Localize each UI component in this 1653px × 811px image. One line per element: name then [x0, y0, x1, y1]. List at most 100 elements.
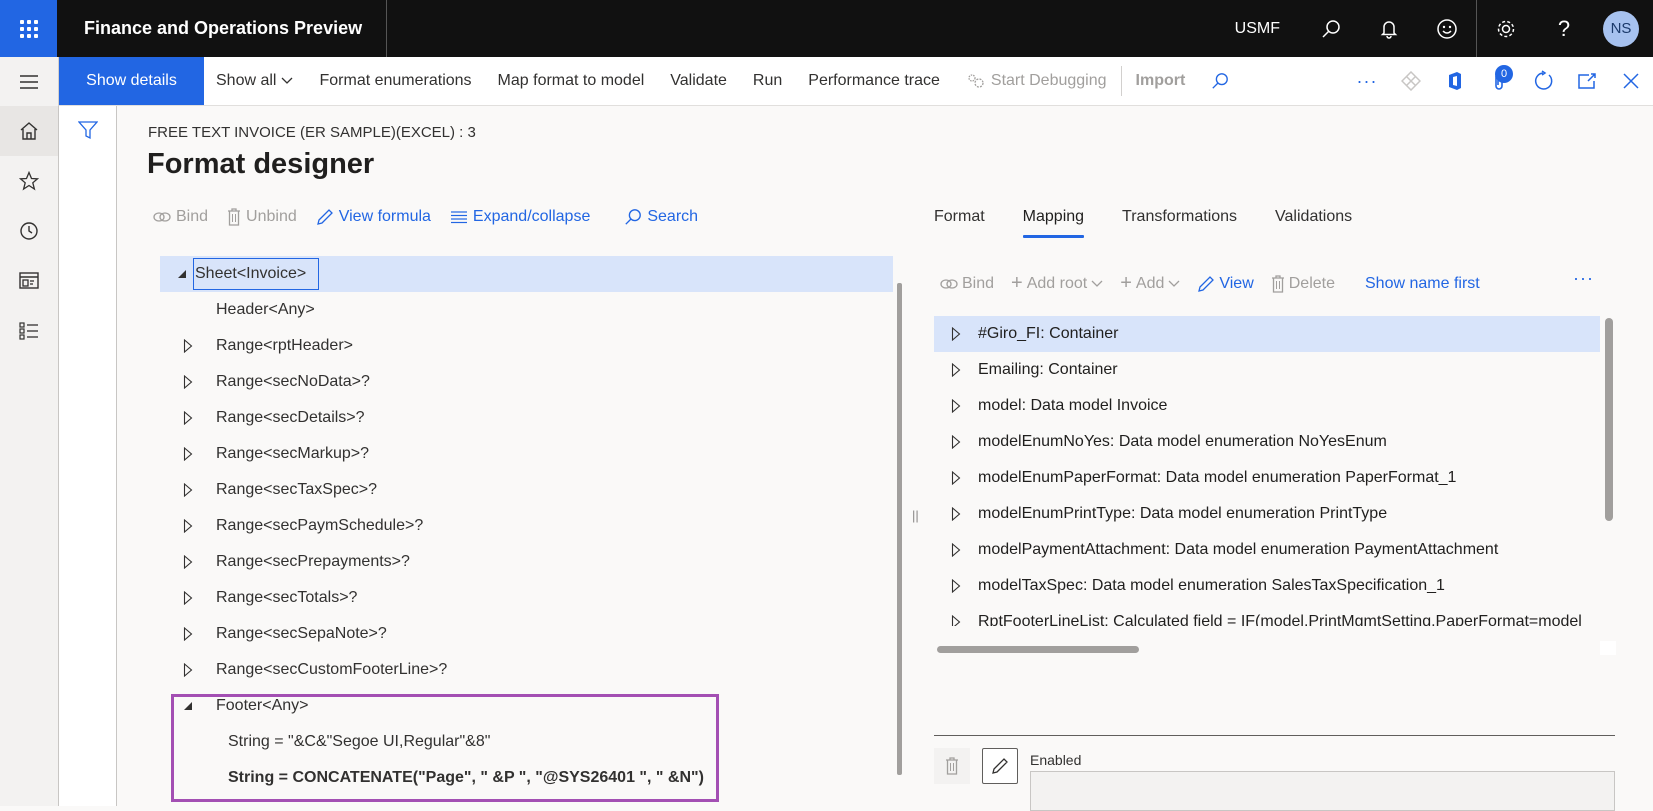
close-button[interactable]	[1609, 57, 1653, 105]
show-name-first-button[interactable]: Show name first	[1365, 275, 1480, 293]
filter-button[interactable]	[77, 120, 99, 145]
tree-node[interactable]: Range<secCustomFooterLine>?	[160, 652, 893, 688]
view-formula-button[interactable]: View formula	[316, 208, 431, 226]
mapping-node[interactable]: Emailing: Container	[934, 352, 1600, 388]
more-options-button[interactable]: ···	[1345, 57, 1389, 105]
notifications-button[interactable]	[1360, 0, 1418, 57]
mapping-node[interactable]: RptFooterLineList: Calculated field = IF…	[934, 604, 1600, 626]
collapsed-triangle-icon[interactable]	[180, 591, 196, 605]
bind-button[interactable]: Bind	[153, 208, 208, 226]
enabled-field[interactable]	[1030, 771, 1615, 811]
add-button[interactable]: + Add	[1120, 272, 1180, 295]
app-launcher-button[interactable]	[0, 0, 57, 57]
help-button[interactable]: ?	[1535, 0, 1593, 57]
tab-transformations[interactable]: Transformations	[1122, 208, 1237, 238]
mapping-node[interactable]: modelEnumPrintType: Data model enumerati…	[934, 496, 1600, 532]
nav-modules[interactable]	[0, 306, 58, 356]
mapping-vertical-scrollbar[interactable]	[1605, 318, 1613, 521]
collapsed-triangle-icon[interactable]	[948, 327, 964, 341]
tab-validations[interactable]: Validations	[1275, 208, 1352, 238]
collapsed-triangle-icon[interactable]	[948, 579, 964, 593]
tree-node[interactable]: Range<secSepaNote>?	[160, 616, 893, 652]
collapsed-triangle-icon[interactable]	[180, 519, 196, 533]
tab-format[interactable]: Format	[934, 208, 985, 238]
show-all-button[interactable]: Show all	[216, 72, 293, 90]
performance-trace-button[interactable]: Performance trace	[808, 72, 940, 90]
unbind-button[interactable]: Unbind	[227, 208, 297, 226]
attachments-button[interactable]: 0	[1477, 57, 1521, 105]
view-button[interactable]: View	[1197, 275, 1254, 293]
power-apps-button[interactable]	[1389, 57, 1433, 105]
collapsed-triangle-icon[interactable]	[180, 375, 196, 389]
tree-node[interactable]: Header<Any>	[160, 292, 893, 328]
collapsed-triangle-icon[interactable]	[180, 483, 196, 497]
expanded-triangle-icon[interactable]	[180, 701, 196, 711]
delete-button[interactable]: Delete	[1271, 275, 1335, 293]
tree-node[interactable]: Range<secTotals>?	[160, 580, 893, 616]
office-button[interactable]	[1433, 57, 1477, 105]
details-edit-button[interactable]	[982, 748, 1018, 784]
mapping-node[interactable]: modelTaxSpec: Data model enumeration Sal…	[934, 568, 1600, 604]
mapping-node[interactable]: modelEnumNoYes: Data model enumeration N…	[934, 424, 1600, 460]
format-tree-scrollbar[interactable]	[897, 283, 902, 775]
map-format-to-model-button[interactable]: Map format to model	[498, 72, 645, 90]
run-button[interactable]: Run	[753, 72, 782, 90]
nav-workspaces[interactable]	[0, 256, 58, 306]
refresh-button[interactable]	[1521, 57, 1565, 105]
action-search-button[interactable]	[1211, 72, 1229, 90]
tree-node[interactable]: String = CONCATENATE("Page", " &P ", "@S…	[160, 760, 893, 796]
details-delete-button[interactable]	[934, 748, 970, 784]
collapsed-triangle-icon[interactable]	[948, 399, 964, 413]
mapping-more-button[interactable]: ···	[1573, 268, 1594, 289]
collapsed-triangle-icon[interactable]	[180, 447, 196, 461]
collapsed-triangle-icon[interactable]	[948, 471, 964, 485]
settings-button[interactable]	[1477, 0, 1535, 57]
collapsed-triangle-icon[interactable]	[948, 363, 964, 377]
nav-toggle-button[interactable]	[0, 57, 59, 106]
collapsed-triangle-icon[interactable]	[948, 507, 964, 521]
collapsed-triangle-icon[interactable]	[948, 543, 964, 557]
collapsed-triangle-icon[interactable]	[180, 627, 196, 641]
expanded-triangle-icon[interactable]	[174, 269, 190, 279]
mapping-node[interactable]: modelEnumPaperFormat: Data model enumera…	[934, 460, 1600, 496]
collapsed-triangle-icon[interactable]	[180, 663, 196, 677]
tab-mapping[interactable]: Mapping	[1022, 208, 1085, 238]
avatar[interactable]: NS	[1603, 10, 1639, 47]
tree-node[interactable]: Range<secPrepayments>?	[160, 544, 893, 580]
collapsed-triangle-icon[interactable]	[180, 555, 196, 569]
start-debugging-button[interactable]: Start Debugging	[966, 72, 1107, 90]
tree-node[interactable]: Range<secDetails>?	[160, 400, 893, 436]
search-button[interactable]	[1302, 0, 1360, 57]
mapping-node[interactable]: #Giro_FI: Container	[934, 316, 1600, 352]
tree-node[interactable]: Range<secNoData>?	[160, 364, 893, 400]
company-picker[interactable]: USMF	[1235, 20, 1280, 38]
feedback-button[interactable]	[1418, 0, 1476, 57]
collapsed-triangle-icon[interactable]	[948, 435, 964, 449]
tree-node[interactable]: String = "&C&"Segoe UI,Regular"&8"	[160, 724, 893, 760]
collapsed-triangle-icon[interactable]	[180, 411, 196, 425]
format-enumerations-button[interactable]: Format enumerations	[319, 72, 471, 90]
tree-node[interactable]: Range<secPaymSchedule>?	[160, 508, 893, 544]
tree-node[interactable]: Sheet<Invoice>	[160, 256, 893, 292]
mapping-bind-button[interactable]: Bind	[940, 275, 994, 293]
tree-node[interactable]: Range<secMarkup>?	[160, 436, 893, 472]
tree-node[interactable]: Footer<Any>	[160, 688, 893, 724]
show-details-button[interactable]: Show details	[59, 57, 204, 105]
tree-node[interactable]: Range<rptHeader>	[160, 328, 893, 364]
nav-home[interactable]	[0, 106, 58, 156]
collapsed-triangle-icon[interactable]	[180, 339, 196, 353]
mapping-horizontal-scrollbar[interactable]	[937, 646, 1139, 653]
import-button[interactable]: Import	[1136, 72, 1186, 90]
open-new-window-button[interactable]	[1565, 57, 1609, 105]
mapping-node[interactable]: modelPaymentAttachment: Data model enume…	[934, 532, 1600, 568]
pane-splitter[interactable]: ||	[912, 508, 919, 523]
nav-recent[interactable]	[0, 206, 58, 256]
add-root-button[interactable]: + Add root	[1011, 272, 1103, 295]
mapping-node[interactable]: model: Data model Invoice	[934, 388, 1600, 424]
nav-favorites[interactable]	[0, 156, 58, 206]
collapsed-triangle-icon[interactable]	[948, 615, 964, 626]
expand-collapse-button[interactable]: Expand/collapse	[450, 208, 590, 226]
tree-node[interactable]: Range<secTaxSpec>?	[160, 472, 893, 508]
tree-search-button[interactable]: Search	[624, 208, 698, 226]
validate-button[interactable]: Validate	[670, 72, 727, 90]
